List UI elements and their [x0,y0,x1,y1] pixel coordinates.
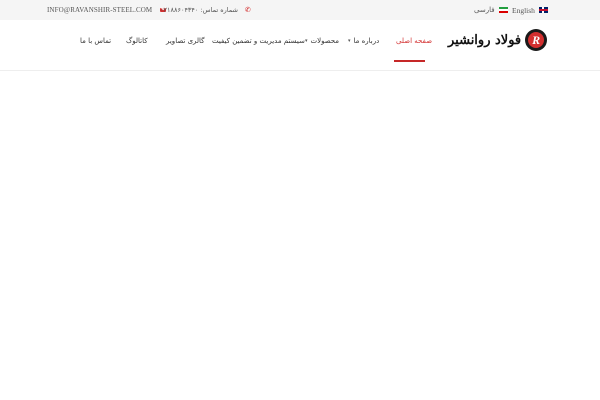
logo-badge: R [525,29,548,51]
language-english[interactable]: English [512,0,548,20]
language-english-label[interactable]: English [512,6,535,15]
nav-products[interactable]: ▾ محصولات [305,37,339,45]
contact-phone[interactable]: شماره تماس: ۰۲۱۸۸۶۰۴۳۴۰ ✆ [160,0,251,20]
top-bar: INFO@RAVANSHIR-STEEL.COM شماره تماس: ۰۲۱… [0,0,600,21]
language-farsi[interactable]: فارسی [474,0,508,20]
contact-email[interactable]: INFO@RAVANSHIR-STEEL.COM [47,0,167,20]
nav-products-label[interactable]: محصولات [311,37,340,45]
language-farsi-label[interactable]: فارسی [474,6,495,14]
nav-catalog[interactable]: کاتالوگ [126,37,148,45]
site-logo[interactable]: R فولاد روانشیر [448,29,548,51]
phone-icon: ✆ [244,6,251,14]
nav-quality[interactable]: سیستم مدیریت و تضمین کیفیت [212,37,305,45]
nav-gallery[interactable]: گالری تصاویر [166,37,205,45]
nav-contact-label[interactable]: تماس با ما [80,37,111,45]
logo-letter: R [528,32,545,48]
email-text[interactable]: INFO@RAVANSHIR-STEEL.COM [47,6,152,14]
nav-catalog-label[interactable]: کاتالوگ [126,37,148,45]
nav-home[interactable]: صفحه اصلی [396,37,432,45]
chevron-down-icon: ▾ [348,38,351,44]
nav-about-label[interactable]: درباره ما [354,37,380,45]
nav-active-indicator [394,60,425,62]
nav-about[interactable]: ▾ درباره ما [348,37,379,45]
uk-flag-icon [538,7,548,13]
nav-home-label[interactable]: صفحه اصلی [396,37,432,45]
iran-flag-icon [498,7,508,13]
site-header: R فولاد روانشیر [0,20,600,71]
nav-quality-label[interactable]: سیستم مدیریت و تضمین کیفیت [212,37,305,45]
chevron-down-icon: ▾ [305,38,308,44]
nav-contact[interactable]: تماس با ما [80,37,111,45]
nav-gallery-label[interactable]: گالری تصاویر [166,37,205,45]
brand-name: فولاد روانشیر [448,32,522,48]
phone-text: شماره تماس: ۰۲۱۸۸۶۰۴۳۴۰ [160,6,238,14]
